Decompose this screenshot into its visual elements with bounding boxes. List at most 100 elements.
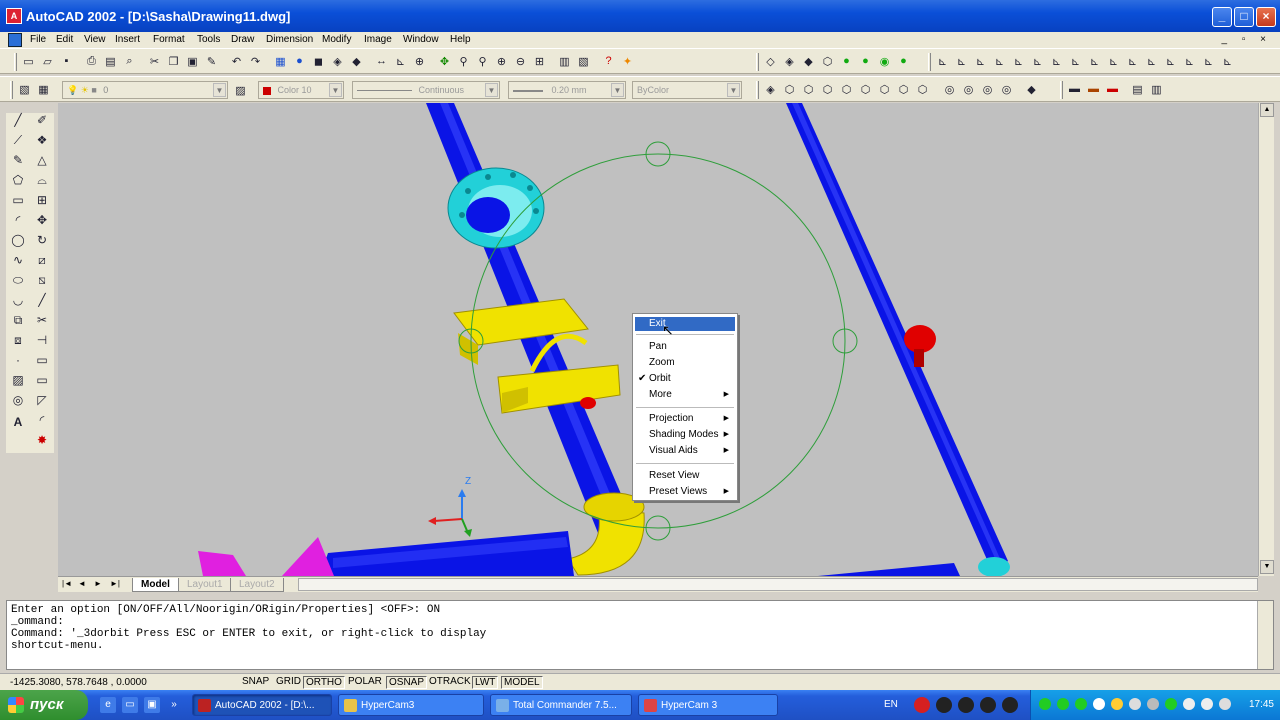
shade-2d-wireframe-icon[interactable]: ◇ (762, 52, 779, 70)
menu-dimension[interactable]: Dimension (266, 34, 313, 45)
array-icon[interactable]: ⊞ (33, 193, 51, 211)
model-toggle[interactable]: MODEL (501, 676, 543, 689)
zoom-extents-icon[interactable]: ⊞ (531, 52, 548, 70)
se-iso-view-icon[interactable]: ⬡ (914, 80, 931, 98)
materials-icon[interactable]: ▤ (1129, 80, 1146, 98)
task-total-commander[interactable]: Total Commander 7.5... (490, 694, 632, 716)
menu-window[interactable]: Window (403, 34, 439, 45)
mtext-icon[interactable]: A (9, 415, 27, 433)
rotate-icon[interactable]: ↻ (33, 233, 51, 251)
tool-palette-icon[interactable]: ◈ (329, 52, 346, 70)
chamfer-icon[interactable]: ◸ (33, 393, 51, 411)
tray-app-icon[interactable] (1093, 698, 1105, 710)
mdi-window-controls[interactable]: _ ▫ × (1221, 34, 1272, 45)
extend-icon[interactable]: ⊣ (33, 333, 51, 351)
grid-toggle[interactable]: GRID (274, 676, 303, 689)
layers-icon[interactable]: ▧ (575, 52, 592, 70)
materials-library-icon[interactable]: ▥ (1148, 80, 1165, 98)
line-icon[interactable]: ╱ (9, 113, 27, 131)
design-center-icon[interactable]: ▦ (272, 52, 289, 70)
zoom-previous-icon[interactable]: ⚲ (474, 52, 491, 70)
toolbar-grip[interactable] (10, 81, 13, 99)
ucs-settings-icon[interactable]: ⊾ (1219, 52, 1236, 70)
menu-format[interactable]: Format (153, 34, 185, 45)
ucs-orthographic-icon[interactable]: ⊾ (1200, 52, 1217, 70)
swivel-icon[interactable]: ◎ (998, 80, 1015, 98)
region-icon[interactable]: ◎ (9, 393, 27, 411)
scroll-up-icon[interactable]: ▲ (1260, 103, 1274, 117)
continuous-orbit-icon[interactable]: ◎ (979, 80, 996, 98)
ucs-icon[interactable]: ⊾ (392, 52, 409, 70)
maximize-button[interactable]: □ (1234, 7, 1254, 27)
tray-messenger-icon[interactable] (1111, 698, 1123, 710)
snap-toggle[interactable]: SNAP (240, 676, 271, 689)
flange[interactable] (447, 167, 545, 249)
magenta-fitting[interactable] (198, 537, 334, 576)
ucs-origin-icon[interactable]: ⊾ (1029, 52, 1046, 70)
save-icon[interactable]: ▪ (58, 52, 75, 70)
shade-gouraud-icon[interactable]: ● (838, 52, 855, 70)
toolbar-grip[interactable] (756, 81, 759, 99)
lwt-toggle[interactable]: LWT (472, 676, 499, 689)
prev-tab-icon[interactable]: ◄ (78, 579, 86, 588)
menu-view[interactable]: View (84, 34, 106, 45)
menu-modify[interactable]: Modify (322, 34, 351, 45)
linetype-dropdown[interactable]: Continuous ▼ (352, 81, 500, 99)
insert-block-icon[interactable]: ⧉ (9, 313, 27, 331)
language-indicator[interactable]: EN (884, 699, 898, 710)
task-autocad[interactable]: AutoCAD 2002 - [D:\... (192, 694, 332, 716)
ucs-face-icon[interactable]: ⊾ (972, 52, 989, 70)
layer-previous-icon[interactable]: ▨ (232, 81, 249, 99)
autocad-app-icon[interactable]: A (6, 8, 22, 24)
osnap-toggle[interactable]: OSNAP (386, 676, 428, 689)
menu-item-exit[interactable]: Exit (635, 317, 735, 331)
construction-line-icon[interactable]: ⟋ (9, 133, 27, 151)
layer-make-current-icon[interactable]: ▧ (16, 80, 33, 98)
layer-manager-icon[interactable]: ▦ (35, 80, 52, 98)
menu-image[interactable]: Image (364, 34, 392, 45)
cad-standards-icon[interactable]: ✦ (619, 52, 636, 70)
stop-button-icon[interactable] (958, 697, 974, 713)
camera-icon[interactable]: ◆ (1023, 80, 1040, 98)
pipe-right[interactable] (786, 103, 1010, 576)
scale-icon[interactable]: ⧄ (33, 253, 51, 271)
ucs-zaxis-icon[interactable]: ⊾ (1048, 52, 1065, 70)
circle-icon[interactable]: ◯ (9, 233, 27, 251)
tray-antivirus-icon[interactable] (1057, 698, 1069, 710)
shade-gouraud-edges-icon[interactable]: ◉ (876, 52, 893, 70)
copy-icon[interactable]: ❐ (165, 52, 182, 70)
ne-iso-view-icon[interactable]: ◎ (941, 80, 958, 98)
mirror-icon[interactable]: △ (33, 153, 51, 171)
today-icon[interactable]: ● (291, 52, 308, 70)
rectangle-icon[interactable]: ▭ (9, 193, 27, 211)
lengthen-icon[interactable]: ╱ (33, 293, 51, 311)
menu-item-zoom[interactable]: Zoom (635, 356, 735, 370)
ucs-view-icon[interactable]: ⊾ (1010, 52, 1027, 70)
menu-edit[interactable]: Edit (56, 34, 73, 45)
media-quicklaunch-icon[interactable]: ▣ (144, 697, 160, 713)
menu-item-orbit[interactable]: ✔ Orbit (635, 372, 735, 386)
menu-help[interactable]: Help (450, 34, 471, 45)
horizontal-scrollbar[interactable] (298, 578, 1258, 591)
menu-draw[interactable]: Draw (231, 34, 254, 45)
open-icon[interactable]: ▱ (39, 52, 56, 70)
left-view-icon[interactable]: ⬡ (819, 80, 836, 98)
close-button[interactable]: × (1256, 7, 1276, 27)
3d-orbit-icon[interactable]: ◈ (762, 80, 779, 98)
match-properties-icon[interactable]: ✎ (203, 52, 220, 70)
shade-flat-edges-icon[interactable]: ● (857, 52, 874, 70)
pipe-bottom[interactable] (320, 531, 574, 576)
polar-toggle[interactable]: POLAR (346, 676, 384, 689)
last-tab-icon[interactable]: ►| (110, 579, 120, 588)
erase-icon[interactable]: ✐ (33, 113, 51, 131)
bottom-view-icon[interactable]: ⬡ (800, 80, 817, 98)
layer-dropdown[interactable]: 💡 ☀ ■ 0 ▼ (62, 81, 228, 99)
tray-update-icon[interactable] (1075, 698, 1087, 710)
start-button[interactable]: пуск (0, 690, 88, 720)
ucs-named-icon[interactable]: ⊾ (1181, 52, 1198, 70)
hatch-icon[interactable]: ▨ (9, 373, 27, 391)
fillet-icon[interactable]: ◜ (33, 413, 51, 431)
toolbar-grip[interactable] (756, 53, 759, 71)
polygon-icon[interactable]: ⬠ (9, 173, 27, 191)
tab-layout1[interactable]: Layout1 (178, 578, 232, 592)
